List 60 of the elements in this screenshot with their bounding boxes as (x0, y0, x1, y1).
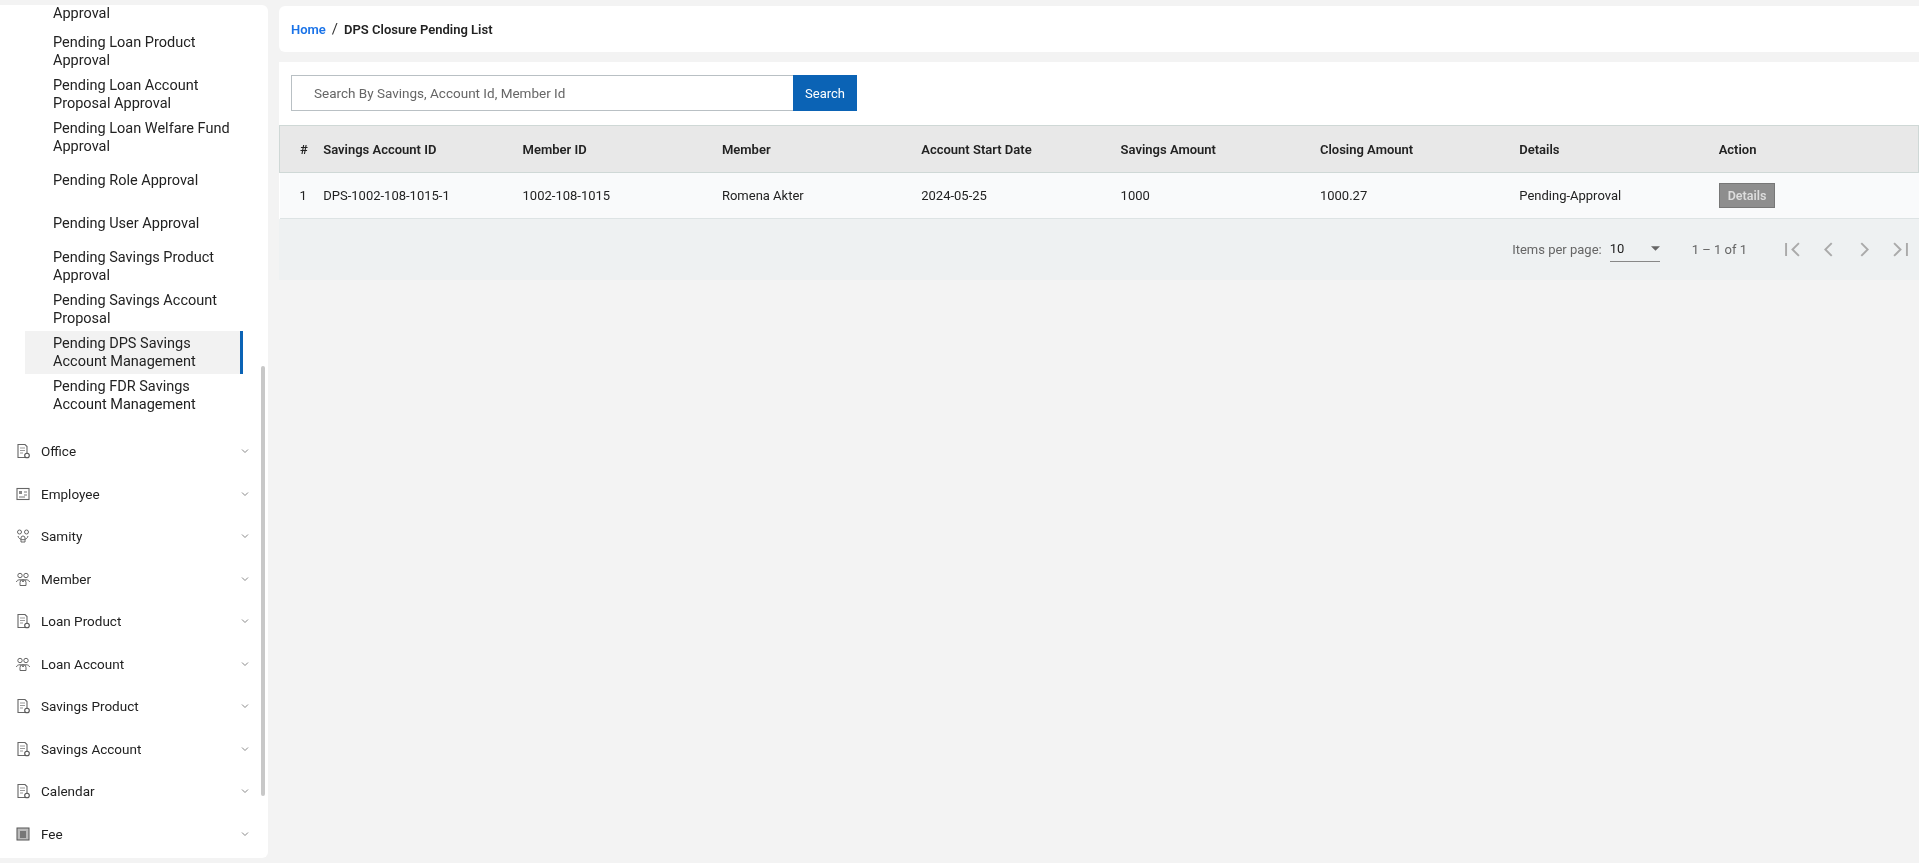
table-cell: 1002-108-1015 (522, 172, 722, 219)
sidebar-menu-item[interactable]: Office (0, 430, 268, 473)
table-cell: Romena Akter (721, 172, 922, 219)
group-icon (15, 528, 31, 545)
items-per-page-label: Items per page: (1512, 242, 1602, 257)
column-header: Closing Amount (1319, 125, 1520, 173)
column-header: Member (721, 125, 922, 173)
sidebar-subitem[interactable]: Pending Loan Welfare Fund Approval (25, 116, 243, 159)
sidebar-menu-item[interactable]: Savings Account (0, 727, 268, 770)
document-icon (15, 740, 31, 757)
sidebar-subitem[interactable]: Pending Loan Product Approval (25, 30, 243, 73)
column-header: Member ID (522, 125, 722, 173)
first-page-icon (1784, 242, 1800, 257)
column-header: # (279, 125, 324, 173)
search-button[interactable]: Search (793, 75, 857, 111)
document-icon (15, 613, 31, 630)
document-icon (15, 443, 31, 460)
sidebar-subitem[interactable]: Pending Role Approval (25, 159, 243, 202)
sidebar-menu-item[interactable]: Samity (0, 515, 268, 558)
document-icon (15, 698, 31, 715)
sidebar-menu-item[interactable]: Fee (0, 812, 268, 855)
table-cell: 2024-05-25 (921, 172, 1121, 219)
column-header: Details (1519, 125, 1719, 173)
people-icon (15, 655, 31, 672)
sidebar-menu-item[interactable]: Loan Account (0, 642, 268, 685)
sidebar-subitem[interactable]: Approval (25, 5, 243, 30)
sidebar-subitem[interactable]: Pending Savings Account Proposal (25, 288, 243, 331)
column-header: Savings Account ID (323, 125, 523, 173)
column-header: Savings Amount (1120, 125, 1320, 173)
last-page-icon (1892, 242, 1908, 257)
table-cell: 1000.27 (1319, 172, 1520, 219)
sidebar-subitem[interactable]: Pending User Approval (25, 202, 243, 245)
people-icon (15, 570, 31, 587)
table-cell: Pending-Approval (1519, 172, 1719, 219)
table-cell: DPS-1002-108-1015-1 (323, 172, 523, 219)
breadcrumb-separator: / (331, 20, 339, 38)
table-cell: 1000 (1120, 172, 1320, 219)
sidebar-subitem[interactable]: Pending Loan Account Proposal Approval (25, 73, 243, 116)
sidebar-subitem[interactable]: Pending DPS Savings Account Management (25, 331, 243, 374)
column-header: Action (1718, 125, 1919, 173)
document-icon (15, 783, 31, 800)
id-card-icon (15, 485, 31, 502)
chevron-left-icon (1823, 242, 1833, 257)
scrollbar[interactable] (261, 366, 265, 796)
page-size-select[interactable]: 10 (1609, 237, 1660, 262)
home-link[interactable]: Home (291, 21, 326, 37)
page-title: DPS Closure Pending List (344, 21, 493, 37)
sidebar-subitem[interactable]: Pending FDR Savings Account Management (25, 374, 243, 417)
search-field[interactable]: Search By Savings, Account Id, Member Id (291, 75, 793, 111)
sidebar-menu-item[interactable]: Employee (0, 472, 268, 515)
sidebar-menu-item[interactable]: Calendar (0, 770, 268, 813)
sidebar-menu-item[interactable]: Member (0, 557, 268, 600)
table-cell: 1 (279, 172, 324, 219)
sidebar-menu-item[interactable]: Savings Product (0, 685, 268, 728)
column-header: Account Start Date (921, 125, 1121, 173)
sidebar-menu-item[interactable]: Loan Product (0, 600, 268, 643)
chevron-right-icon (1859, 242, 1869, 257)
caret-icon (1650, 246, 1660, 251)
sidebar-subitem[interactable]: Pending Savings Product Approval (25, 245, 243, 288)
page-range: 1 – 1 of 1 (1691, 242, 1747, 257)
